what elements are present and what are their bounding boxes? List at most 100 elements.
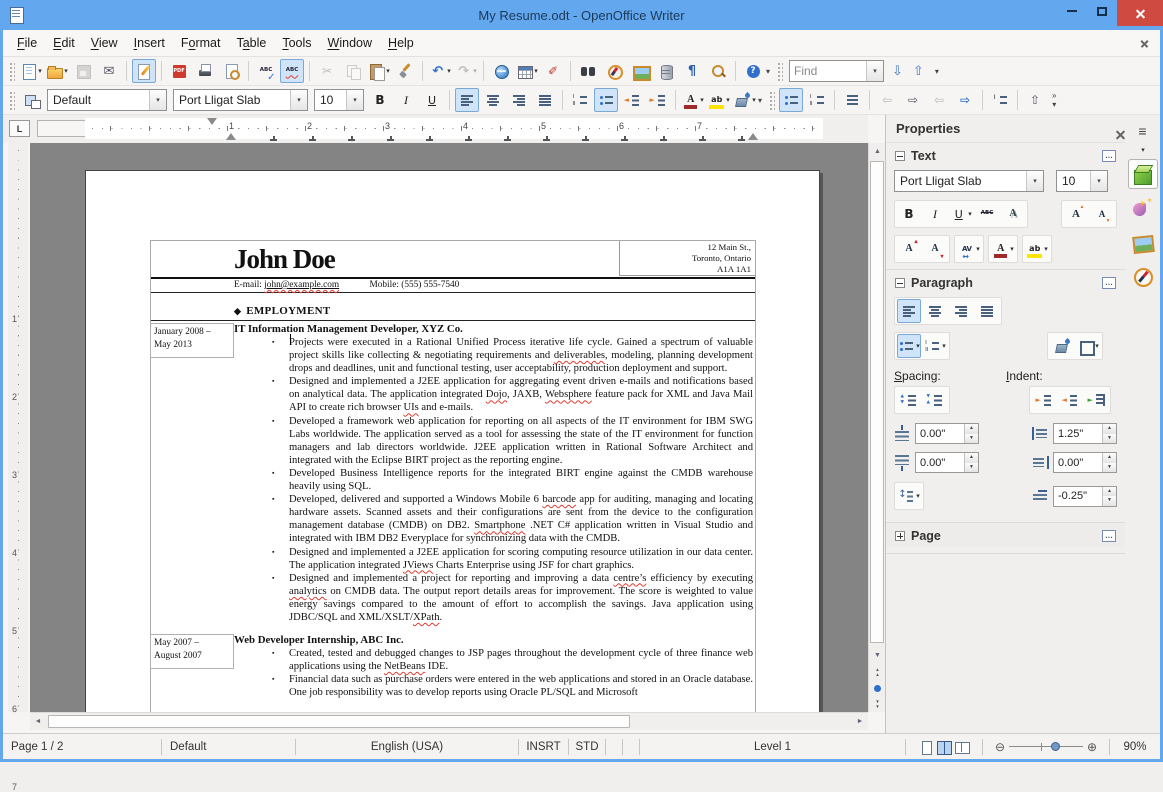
autospellcheck-button[interactable]: ABC	[280, 59, 304, 83]
tab-stop-marker[interactable]	[582, 136, 589, 141]
tab-stop-marker[interactable]	[543, 136, 550, 141]
tab-stop-marker[interactable]	[270, 136, 277, 141]
above-spacing-value[interactable]: 0.00"	[916, 428, 964, 440]
sidebar-font-size-combo[interactable]: 10 ▾	[1056, 170, 1108, 192]
vertical-scroll-thumb[interactable]	[870, 161, 884, 643]
bullets-on-off-button[interactable]	[594, 88, 618, 112]
align-justify-button[interactable]	[533, 88, 557, 112]
spinner-buttons[interactable]: ▲ ▼	[964, 424, 978, 443]
tab-stop-marker[interactable]	[738, 136, 745, 141]
paragraph-dialog-launcher[interactable]	[1102, 277, 1116, 289]
collapse-paragraph-section-button[interactable]	[895, 278, 905, 288]
print-file-button[interactable]	[193, 59, 217, 83]
decrease-spacing-button[interactable]	[923, 388, 947, 412]
show-draw-functions-button[interactable]: ✐	[541, 59, 565, 83]
find-combo[interactable]: ▾	[789, 60, 885, 82]
decrease-indent-button[interactable]	[620, 88, 644, 112]
previous-page-button[interactable]: ▲ ▲	[869, 664, 886, 680]
toolbar-overflow-button[interactable]: ▾	[758, 96, 765, 105]
numbering-on-off-button[interactable]	[568, 88, 592, 112]
menu-insert[interactable]: Insert	[126, 32, 173, 54]
line-spacing-button[interactable]: ▾	[897, 484, 921, 508]
highlighting-button[interactable]: ab ▾	[1025, 237, 1049, 261]
tab-stop-marker[interactable]	[621, 136, 628, 141]
undo-button[interactable]: ↶ ▾	[428, 59, 452, 83]
scroll-left-button[interactable]: ◄	[30, 713, 46, 730]
paste-button[interactable]: ▾	[367, 59, 391, 83]
underline-button[interactable]: U ▾	[949, 202, 973, 226]
font-color-dropdown[interactable]: ▾	[700, 96, 704, 104]
font-name-combo[interactable]: Port Lligat Slab ▾	[173, 89, 308, 111]
above-spacing-spinner[interactable]: 0.00" ▲ ▼	[915, 423, 979, 444]
demote-with-subpoints-button[interactable]: ⇨	[953, 88, 977, 112]
find-replace-button[interactable]	[576, 59, 600, 83]
italic-button[interactable]: I	[394, 88, 418, 112]
edit-file-button[interactable]	[132, 59, 156, 83]
align-center-button[interactable]	[923, 299, 947, 323]
export-pdf-button[interactable]: PDF	[167, 59, 191, 83]
insert-table-button[interactable]: ▾	[515, 59, 539, 83]
find-input[interactable]	[790, 64, 867, 78]
numbering-list-on-off-button[interactable]	[805, 88, 829, 112]
sidebar-font-name-combo[interactable]: Port Lligat Slab ▾	[894, 170, 1044, 192]
status-page-style[interactable]: Default	[162, 734, 295, 759]
font-color-button[interactable]: A ▾	[991, 237, 1015, 261]
find-toolbar-grip[interactable]	[776, 61, 784, 81]
font-color-button[interactable]: A ▾	[681, 88, 705, 112]
status-page-number[interactable]: Page 1 / 2	[3, 734, 161, 759]
find-previous-button[interactable]: ⇧	[913, 63, 924, 79]
bullets-toolbar-grip[interactable]	[768, 90, 776, 110]
collapse-text-section-button[interactable]	[895, 151, 905, 161]
find-next-button[interactable]: ⇩	[892, 63, 903, 79]
new-document-dropdown[interactable]: ▾	[38, 67, 42, 75]
redo-dropdown[interactable]: ▾	[473, 67, 477, 75]
menu-edit[interactable]: Edit	[45, 32, 83, 54]
paragraph-style-combo[interactable]: Default ▾	[47, 89, 167, 111]
underline-button[interactable]: U	[420, 88, 444, 112]
move-up-button[interactable]: ⇧	[1023, 88, 1047, 112]
document-page[interactable]: John Doe 12 Main St., Toronto, Ontario A…	[85, 170, 820, 712]
paste-dropdown[interactable]: ▾	[386, 67, 390, 75]
before-indent-value[interactable]: 1.25"	[1054, 428, 1102, 440]
align-left-button[interactable]	[455, 88, 479, 112]
close-document-button[interactable]	[1134, 39, 1154, 48]
find-toolbar-overflow-button[interactable]: ▾	[935, 67, 942, 76]
vertical-scrollbar[interactable]: ▲ ▼ ▲ ▲ ▼ ▼	[868, 143, 886, 712]
tab-stop-marker[interactable]	[309, 136, 316, 141]
no-list-button[interactable]	[840, 88, 864, 112]
menu-format[interactable]: Format	[173, 32, 229, 54]
sidebar-tab-styles[interactable]	[1128, 193, 1158, 223]
background-color-dropdown[interactable]: ▾	[752, 96, 756, 104]
first-line-indent-spinner[interactable]: -0.25" ▲ ▼	[1053, 485, 1117, 507]
hanging-indent-marker[interactable]	[226, 133, 236, 140]
after-indent-value[interactable]: 0.00"	[1054, 457, 1102, 469]
menu-table[interactable]: Table	[228, 32, 274, 54]
zoom-slider[interactable]	[1009, 740, 1083, 754]
tab-stop-marker[interactable]	[504, 136, 511, 141]
sidebar-menu-button[interactable]: ≡ ▾	[1125, 123, 1160, 155]
shadow-button[interactable]: A	[1001, 202, 1025, 226]
align-justify-button[interactable]	[975, 299, 999, 323]
status-insert-mode[interactable]: INSRT	[519, 734, 568, 759]
paragraph-background-button[interactable]	[1050, 334, 1074, 358]
font-dropdown-button[interactable]: ▾	[290, 90, 307, 110]
increase-indent-button[interactable]	[646, 88, 670, 112]
find-dropdown-button[interactable]: ▾	[866, 61, 884, 81]
tab-stop-marker[interactable]	[699, 136, 706, 141]
status-document-modified[interactable]	[606, 734, 622, 759]
redo-button[interactable]: ↷ ▾	[454, 59, 478, 83]
decrease-font-button[interactable]: A	[1090, 202, 1114, 226]
bold-button[interactable]: B	[368, 88, 392, 112]
status-selection-mode[interactable]: STD	[569, 734, 605, 759]
page-dialog-launcher[interactable]	[1102, 530, 1116, 542]
paragraph-border-button[interactable]: ▾	[1076, 334, 1100, 358]
character-spacing-button[interactable]: AV▾	[957, 237, 981, 261]
status-zoom-percent[interactable]: 90%	[1110, 734, 1160, 759]
navigator-button[interactable]	[602, 59, 626, 83]
hyperlink-button[interactable]	[489, 59, 513, 83]
demote-one-level-button[interactable]: ⇨	[901, 88, 925, 112]
apply-style-panel-button[interactable]	[19, 88, 43, 112]
below-spacing-spinner[interactable]: 0.00" ▲ ▼	[915, 452, 979, 473]
numbering-button[interactable]: ▾	[923, 334, 947, 358]
single-page-view-button[interactable]	[919, 740, 933, 755]
